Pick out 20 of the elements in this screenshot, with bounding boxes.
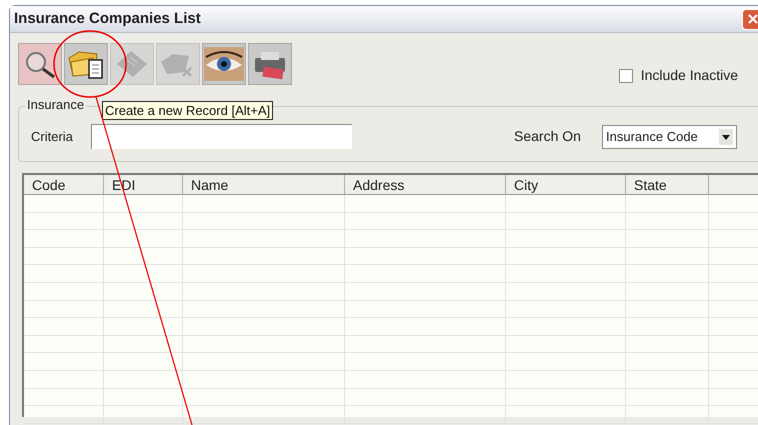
column-header[interactable]: Address: [345, 175, 506, 194]
column-header[interactable]: Code: [24, 175, 104, 194]
criteria-label: Criteria: [31, 128, 74, 146]
close-icon: [747, 13, 758, 25]
checkbox[interactable]: [618, 68, 633, 82]
column-header[interactable]: Name: [183, 175, 345, 194]
group-legend: Insurance: [25, 98, 86, 111]
column-header[interactable]: State: [626, 175, 709, 194]
toolbar-button[interactable]: [202, 43, 246, 85]
search-on-dropdown[interactable]: Insurance Code: [602, 124, 737, 148]
window-title: Insurance Companies List: [14, 8, 201, 29]
column-header[interactable]: City: [506, 175, 626, 194]
toolbar-button[interactable]: [64, 43, 108, 85]
search-on-label: Search On: [514, 127, 582, 146]
eye-icon: [204, 47, 244, 81]
checkbox-label: Include Inactive: [640, 66, 738, 85]
tooltip: Create a new Record [Alt+A]: [102, 101, 274, 120]
criteria-field[interactable]: [91, 124, 352, 149]
toolbar-button[interactable]: [18, 43, 62, 85]
close-button[interactable]: [742, 8, 758, 30]
